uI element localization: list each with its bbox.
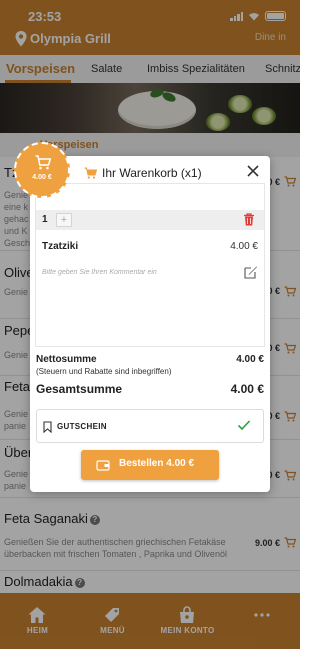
close-icon[interactable]: [246, 164, 260, 178]
bookmark-icon: [43, 421, 52, 433]
cart-icon: [84, 167, 97, 179]
cart-modal-title: Ihr Warenkorb (x1): [102, 166, 202, 180]
subtotal-value: 4.00 €: [236, 354, 264, 365]
wallet-icon: [96, 460, 110, 471]
comment-input[interactable]: Bitte geben Sie Ihren Kommentar ein: [42, 269, 157, 276]
quantity-value: 1: [42, 214, 48, 225]
quantity-row: 1 +: [36, 210, 264, 230]
voucher-label: GUTSCHEIN: [57, 422, 107, 431]
voucher-field[interactable]: GUTSCHEIN: [36, 409, 264, 443]
cart-item-price: 4.00 €: [230, 241, 258, 252]
check-icon[interactable]: [237, 418, 251, 432]
cart-line-items: 1 + Tzatziki 4.00 € Bitte geben Sie Ihre…: [35, 183, 265, 347]
subtotal-label: Nettosumme: [36, 354, 97, 365]
total-value: 4.00 €: [230, 382, 264, 396]
cart-badge-price: 4.00 €: [32, 174, 52, 181]
increase-quantity-button[interactable]: +: [56, 213, 72, 227]
cart-icon: [35, 155, 51, 170]
tax-note: (Steuern und Rabatte sind inbegriffen): [36, 367, 172, 376]
order-button-label: Bestellen 4.00 €: [119, 458, 195, 469]
trash-icon[interactable]: [243, 213, 255, 226]
edit-icon[interactable]: [244, 265, 258, 279]
total-label: Gesamtsumme: [36, 382, 123, 396]
floating-cart-badge[interactable]: 4.00 €: [14, 142, 70, 198]
cart-modal: Ihr Warenkorb (x1) 1 + Tzatziki 4.00 € B…: [30, 156, 270, 492]
cart-item-name: Tzatziki: [42, 241, 79, 252]
order-button[interactable]: Bestellen 4.00 €: [81, 450, 219, 480]
